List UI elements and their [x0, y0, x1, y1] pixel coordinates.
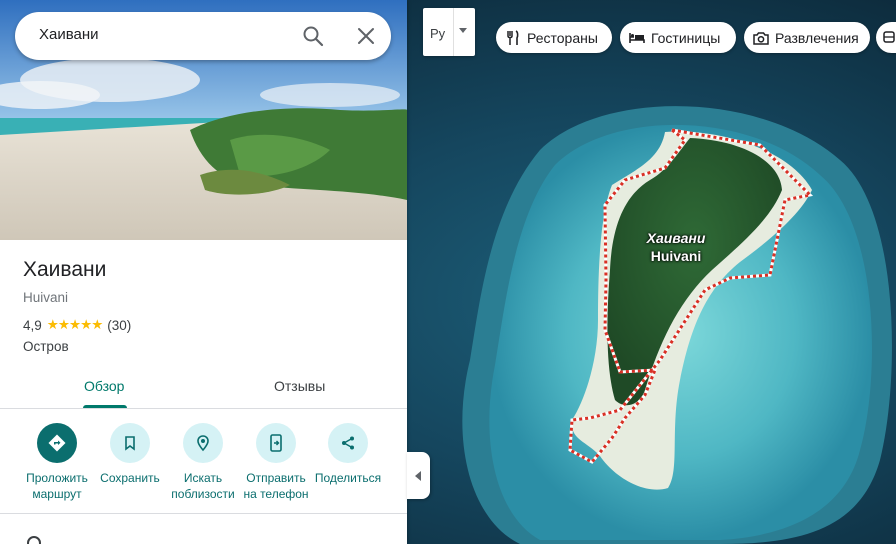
chip-hotels-label: Гостиницы — [651, 29, 721, 46]
share-icon — [328, 423, 368, 463]
chip-restaurants-label: Рестораны — [527, 29, 598, 46]
chip-entertainment-label: Развлечения — [775, 29, 859, 46]
hotel-icon — [629, 30, 645, 46]
selector-divider — [453, 8, 454, 56]
nearby-label: Искать поблизости — [171, 471, 235, 501]
chevron-down-icon[interactable] — [459, 28, 467, 33]
save-label: Сохранить — [100, 471, 160, 485]
collapse-panel-button[interactable] — [407, 452, 430, 499]
restaurant-icon — [505, 29, 521, 46]
share-label: Поделиться — [314, 471, 382, 485]
search-icon[interactable] — [301, 24, 325, 48]
reviews-count[interactable]: (30) — [107, 318, 131, 333]
rating-row[interactable]: 4,9 ★★★★★ (30) — [23, 317, 131, 333]
star-rating-icon: ★★★★★ — [46, 317, 104, 332]
tab-bar: Обзор Отзывы — [0, 368, 407, 409]
tab-overview[interactable]: Обзор — [84, 378, 124, 394]
place-title: Хаивани — [23, 258, 107, 281]
chip-entertainment[interactable]: Развлечения — [744, 22, 870, 53]
location-icon — [27, 536, 41, 544]
transit-icon — [882, 30, 896, 46]
map-label-en: Huivani — [650, 248, 702, 264]
language-selector[interactable]: Ру — [423, 8, 475, 56]
search-input[interactable]: Хаивани — [39, 26, 99, 43]
bookmark-icon — [110, 423, 150, 463]
send-to-phone-icon — [256, 423, 296, 463]
place-subtitle: Huivani — [23, 290, 69, 305]
map-label-ru: Хаивани — [646, 230, 706, 246]
island-map-label[interactable]: Хаивани Huivani — [620, 229, 732, 265]
directions-button[interactable]: Проложить маршрут — [20, 423, 94, 502]
directions-icon — [37, 423, 77, 463]
chevron-left-icon — [414, 470, 421, 481]
chip-restaurants[interactable]: Рестораны — [496, 22, 612, 53]
nearby-icon — [183, 423, 223, 463]
active-tab-indicator — [83, 405, 127, 408]
chip-hotels[interactable]: Гостиницы — [620, 22, 736, 53]
send-to-phone-label: Отправить на телефон — [243, 471, 309, 501]
save-button[interactable]: Сохранить — [93, 423, 167, 486]
camera-icon — [753, 30, 769, 46]
place-panel: Хаивани Хаивани Huivani 4,9 ★★★★★ (30) О… — [0, 0, 407, 544]
send-to-phone-button[interactable]: Отправить на телефон — [239, 423, 313, 502]
tab-reviews[interactable]: Отзывы — [274, 378, 325, 394]
nearby-button[interactable]: Искать поблизости — [166, 423, 240, 502]
language-label: Ру — [430, 26, 446, 41]
section-divider — [0, 513, 407, 514]
share-button[interactable]: Поделиться — [311, 423, 385, 486]
rating-value: 4,9 — [23, 317, 42, 333]
directions-label: Проложить маршрут — [26, 471, 88, 501]
search-box[interactable]: Хаивани — [15, 12, 391, 60]
place-type: Остров — [23, 339, 69, 354]
close-icon[interactable] — [354, 24, 378, 48]
